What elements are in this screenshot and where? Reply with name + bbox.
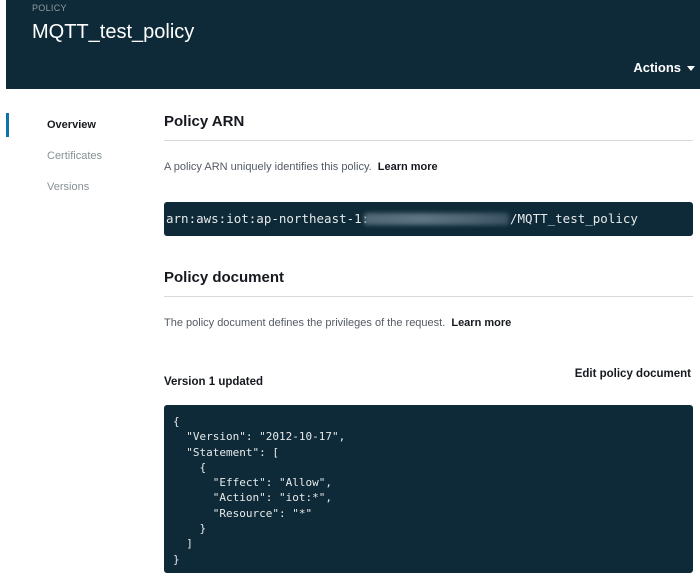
divider [164,140,693,141]
arn-suffix: /MQTT_test_policy [510,211,638,226]
version-label: Version 1 updated [164,376,264,388]
policy-document-code: { "Version": "2012-10-17", "Statement": … [164,405,693,573]
caret-down-icon [687,66,695,71]
policy-document-heading: Policy document [164,269,285,286]
policy-arn-learn-more-link[interactable]: Learn more [378,161,438,173]
policy-document-description-text: The policy document defines the privileg… [164,317,446,329]
edit-policy-document-button[interactable]: Edit policy document [575,368,691,380]
policy-arn-description: A policy ARN uniquely identifies this po… [164,161,438,173]
page-header: POLICY MQTT_test_policy Actions [6,0,700,89]
side-navigation: Overview Certificates Versions [0,110,140,203]
actions-dropdown[interactable]: Actions [633,60,695,75]
policy-document-description: The policy document defines the privileg… [164,317,511,329]
actions-label: Actions [633,60,681,75]
page-title: MQTT_test_policy [32,21,195,43]
sidenav-item-versions[interactable]: Versions [0,172,140,203]
divider [164,296,693,297]
redacted-account-id [364,213,509,225]
page-kicker: POLICY [32,3,67,13]
sidenav-item-certificates[interactable]: Certificates [0,141,140,172]
arn-prefix: arn:aws:iot:ap-northeast-1: [166,211,370,226]
policy-arn-description-text: A policy ARN uniquely identifies this po… [164,161,372,173]
policy-document-text: { "Version": "2012-10-17", "Statement": … [173,415,346,566]
policy-document-learn-more-link[interactable]: Learn more [451,317,511,329]
policy-arn-heading: Policy ARN [164,113,245,130]
policy-arn-box: arn:aws:iot:ap-northeast-1: /MQTT_test_p… [164,202,693,236]
sidenav-item-overview[interactable]: Overview [0,110,140,141]
